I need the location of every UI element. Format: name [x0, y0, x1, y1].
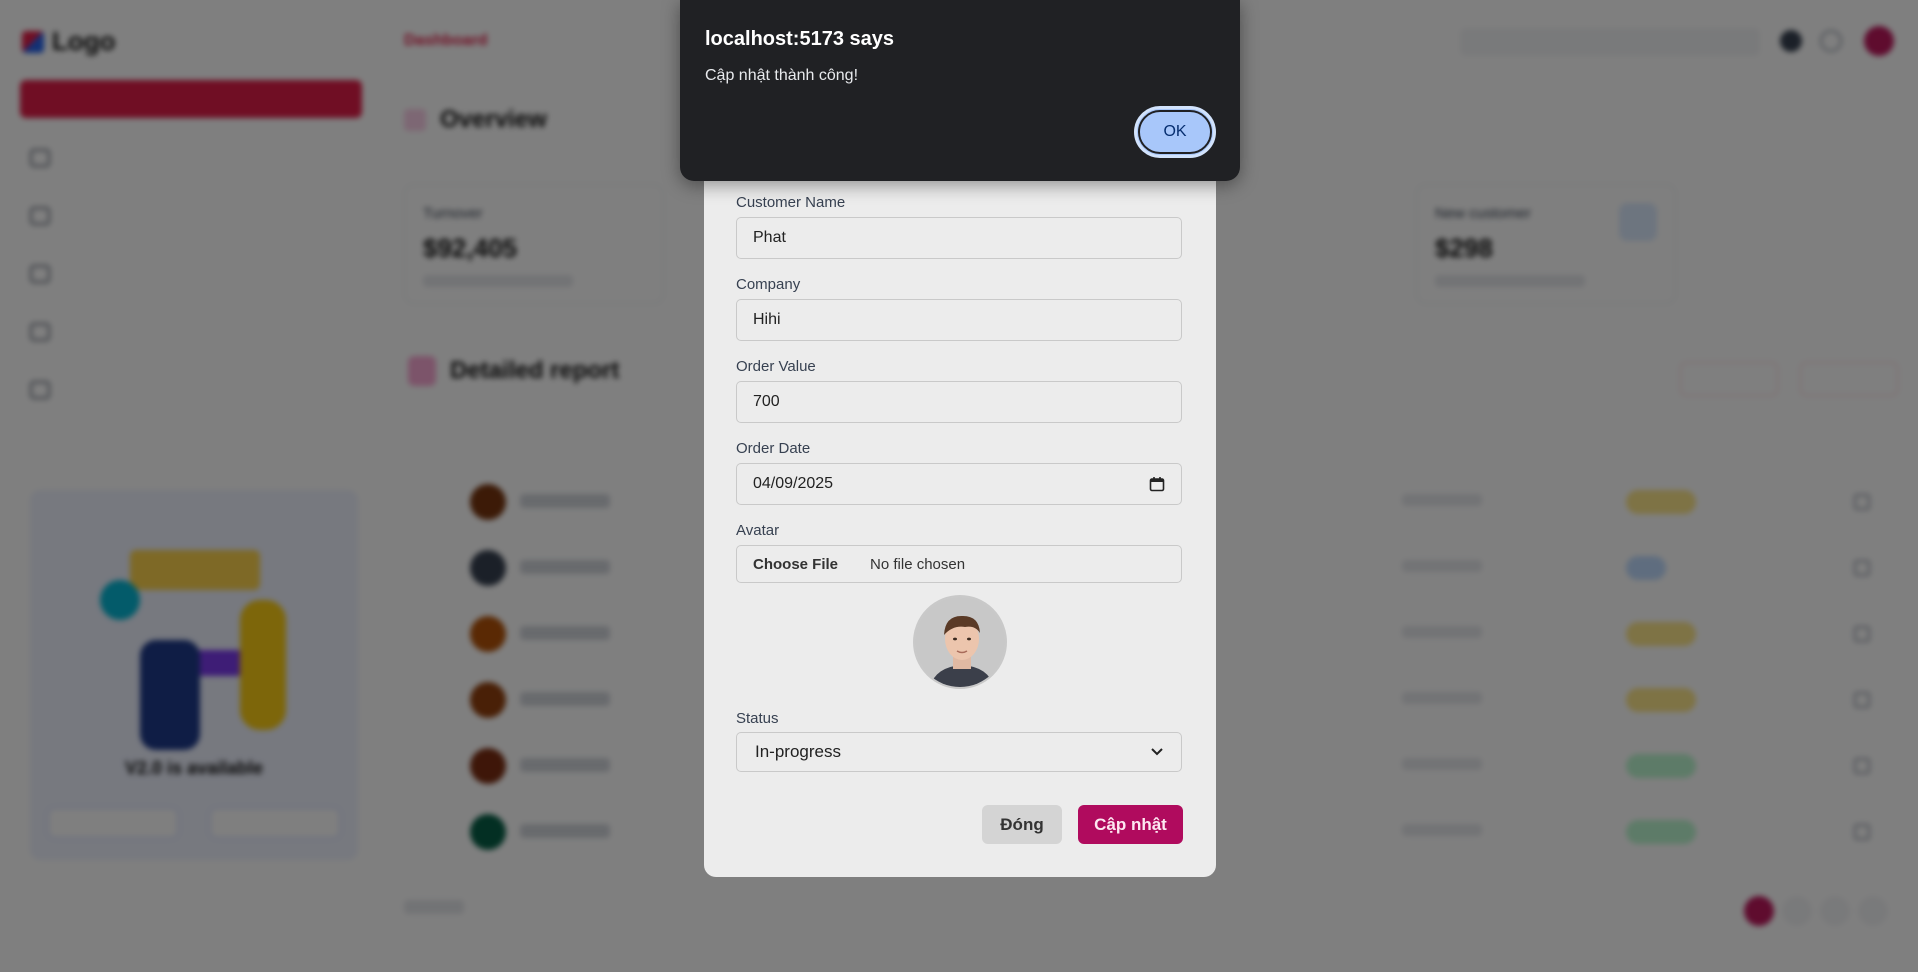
- status-label: Status: [736, 710, 779, 727]
- customer-name-label: Customer Name: [736, 194, 846, 211]
- company-label: Company: [736, 276, 801, 293]
- update-button[interactable]: Cập nhật: [1078, 805, 1183, 844]
- avatar-preview: [913, 595, 1007, 689]
- order-date-value: 04/09/2025: [753, 475, 834, 492]
- company-input[interactable]: Hihi: [736, 299, 1182, 341]
- chevron-down-icon: [1151, 748, 1163, 756]
- close-button[interactable]: Đóng: [982, 805, 1062, 844]
- status-select-value: In-progress: [755, 742, 841, 761]
- file-status-text: No file chosen: [870, 555, 966, 573]
- avatar-file-input[interactable]: Choose File No file chosen: [736, 545, 1182, 583]
- alert-title: localhost:5173 says: [705, 28, 894, 50]
- order-value-label: Order Value: [736, 358, 816, 375]
- calendar-icon[interactable]: [1149, 476, 1165, 492]
- order-date-input[interactable]: 04/09/2025: [736, 463, 1182, 505]
- avatar-label: Avatar: [736, 522, 780, 539]
- edit-order-modal: Customer Name Phat Company Hihi Order Va…: [704, 160, 1216, 877]
- order-date-label: Order Date: [736, 440, 811, 457]
- alert-message: Cập nhật thành công!: [705, 67, 859, 84]
- status-select[interactable]: In-progress: [736, 732, 1182, 772]
- order-value-input[interactable]: 700: [736, 381, 1182, 423]
- alert-ok-button[interactable]: OK: [1134, 106, 1216, 158]
- avatar-portrait-icon: [915, 597, 1005, 687]
- customer-name-input[interactable]: Phat: [736, 217, 1182, 259]
- browser-alert-dialog: localhost:5173 says Cập nhật thành công!…: [680, 0, 1240, 181]
- choose-file-button[interactable]: Choose File: [753, 556, 838, 573]
